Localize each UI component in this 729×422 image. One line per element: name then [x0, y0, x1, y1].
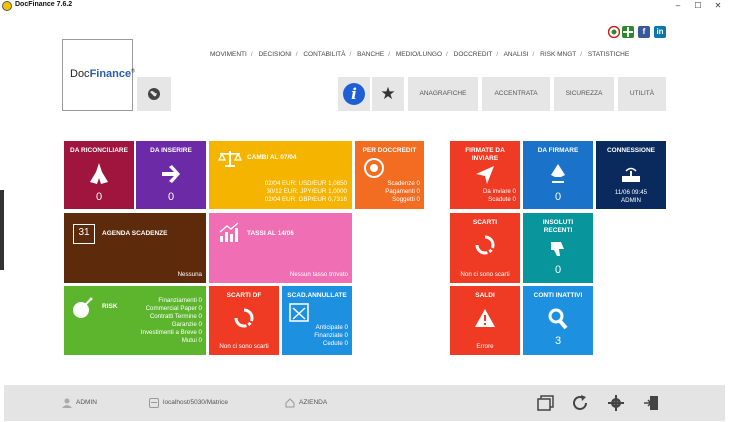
accentrata-button[interactable]: ACCENTRATA [482, 77, 550, 111]
info-button[interactable]: i [338, 77, 370, 111]
router-icon [622, 167, 640, 182]
thumbs-down-icon [551, 242, 564, 256]
warning-icon [475, 309, 495, 327]
calendar-icon: 31 [73, 224, 95, 244]
tile-da-firmare[interactable]: DA FIRMARE 0 [523, 141, 593, 209]
tile-tassi[interactable]: TASSI AL 14/06 Nessun tasso trovato [209, 213, 352, 283]
menu-doccredit[interactable]: DOCCREDIT [454, 51, 493, 58]
scales-icon [218, 151, 242, 167]
tile-saldi[interactable]: SALDI Errore [450, 286, 520, 355]
menu-contabilita[interactable]: CONTABILITÀ [303, 51, 345, 58]
cancelled-calendar-icon [289, 303, 309, 322]
side-handle[interactable] [0, 190, 4, 270]
company-logo: DocFinance® [62, 39, 135, 111]
tile-risk[interactable]: RISK Finanziamenti 0 Commercial Paper 0 … [64, 286, 206, 355]
menu-movimenti[interactable]: MOVIMENTI [210, 51, 247, 58]
tile-scad-annullate[interactable]: SCAD.ANNULLATE Anticipate 0 Finanziate 0… [282, 286, 352, 355]
main-menu: MOVIMENTI / DECISIONI / CONTABILITÀ / BANCH… [210, 51, 630, 58]
praying-hands-icon [90, 163, 108, 184]
utilita-button[interactable]: UTILITÀ [618, 77, 666, 111]
send-icon [476, 166, 494, 184]
language-button[interactable] [137, 77, 171, 111]
pen-icon [551, 164, 565, 183]
home-icon [285, 398, 295, 408]
tile-firmate-da-inviare[interactable]: FIRMATE DA INVIARE Da inviare 0 Scadute … [450, 141, 520, 209]
current-user: ADMIN [76, 399, 97, 406]
menu-decisioni[interactable]: DECISIONI [258, 51, 291, 58]
tile-scarti[interactable]: SCARTI Non ci sono scarti [450, 213, 520, 283]
window-titlebar: DocFinance 7.6.2 – ☐ ✕ [0, 0, 729, 12]
tile-da-riconciliare[interactable]: DA RICONCILIARE 0 [64, 141, 134, 209]
window-title: DocFinance 7.6.2 [15, 1, 73, 8]
menu-risk-mngt[interactable]: RISK MNGT [540, 51, 576, 58]
close-button[interactable]: ✕ [709, 0, 727, 12]
user-icon [62, 398, 72, 408]
italy-flag-icon[interactable] [607, 25, 621, 39]
company-name: AZIENDA [299, 399, 328, 406]
gear-icon[interactable] [607, 394, 625, 412]
minimize-button[interactable]: – [669, 0, 687, 12]
menu-medio-lungo[interactable]: MEDIO/LUNGO [396, 51, 442, 58]
refresh-icon[interactable] [571, 394, 589, 412]
doccredit-icon [364, 158, 384, 178]
tile-da-inserire[interactable]: DA INSERIRE 0 [136, 141, 206, 209]
tile-scarti-df[interactable]: SCARTI DF Non ci sono scarti [209, 286, 279, 355]
logout-icon[interactable] [642, 394, 660, 412]
search-icon [548, 308, 568, 330]
menu-analisi[interactable]: ANALISI [504, 51, 529, 58]
arrow-right-icon [162, 165, 180, 183]
tile-per-doccredit[interactable]: PER DOCCREDIT Scadenze 0 Pagamenti 0 Sog… [355, 141, 424, 209]
server-address: localhost/5030/Matrice [163, 399, 229, 406]
anagrafiche-button[interactable]: ANAGRAFICHE [408, 77, 478, 111]
growth-chart-icon [219, 222, 239, 242]
favorites-button[interactable]: ★ [372, 77, 404, 111]
recycle-icon [475, 235, 495, 255]
network-icon[interactable] [622, 26, 634, 38]
maximize-button[interactable]: ☐ [689, 0, 707, 12]
status-bar: ADMIN localhost/5030/Matrice AZIENDA [4, 385, 725, 421]
bomb-icon [73, 297, 93, 318]
globe-icon [148, 88, 160, 100]
menu-statistiche[interactable]: STATISTICHE [588, 51, 629, 58]
menu-banche[interactable]: BANCHE [357, 51, 384, 58]
facebook-icon[interactable]: f [638, 26, 650, 38]
tile-agenda-scadenze[interactable]: 31 AGENDA SCADENZE Nessuna [64, 213, 206, 283]
sicurezza-button[interactable]: SICUREZZA [554, 77, 614, 111]
server-icon [149, 398, 159, 408]
tile-insoluti-recenti[interactable]: INSOLUTI RECENTI 0 [523, 213, 593, 283]
windows-icon[interactable] [537, 394, 555, 412]
tile-connessione[interactable]: CONNESSIONE 11/06 09:45 ADMIN [596, 141, 666, 209]
recycle-icon [234, 308, 254, 328]
app-icon [2, 1, 12, 11]
tile-conti-inattivi[interactable]: CONTI INATTIVI 3 [523, 286, 593, 355]
tile-cambi[interactable]: CAMBI AL 07/04 02/04 EUR: USD/EUR 1,0850… [209, 141, 352, 209]
info-icon: i [343, 83, 365, 105]
linkedin-icon[interactable]: in [654, 26, 666, 38]
